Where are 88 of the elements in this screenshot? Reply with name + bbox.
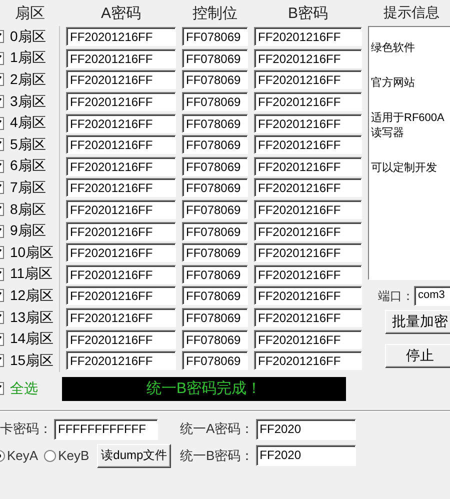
card-key-label: 卡密码： <box>0 420 52 438</box>
key-b-field[interactable]: FF20201216FF <box>254 351 362 370</box>
unify-b-field[interactable]: FF2020 <box>256 445 356 466</box>
key-a-field[interactable]: FF20201216FF <box>66 70 176 90</box>
access-bits-field[interactable]: FF078069 <box>182 70 248 90</box>
access-bits-field[interactable]: FF078069 <box>182 264 248 284</box>
info-text: 适用于RF600A 读写器 <box>371 111 446 141</box>
info-text: 官方网站 <box>371 76 416 91</box>
radio-label[interactable]: KeyA <box>7 448 38 463</box>
sector-label: 4扇区 <box>10 114 46 132</box>
key-a-field[interactable]: FF20201216FF <box>66 135 176 154</box>
key-b-field[interactable]: FF20201216FF <box>254 286 362 306</box>
unify-b-label: 统一B密码： <box>180 446 254 464</box>
key-a-field[interactable]: FF20201216FF <box>66 200 176 220</box>
info-text: 绿色软件 <box>371 41 416 56</box>
access-bits-field[interactable]: FF078069 <box>182 114 248 133</box>
access-bits-field[interactable]: FF078069 <box>182 200 248 220</box>
key-a-field[interactable]: FF20201216FF <box>66 48 176 68</box>
sector-label: 12扇区 <box>10 286 54 305</box>
key-b-field[interactable]: FF20201216FF <box>254 156 362 176</box>
access-bits-field[interactable]: FF078069 <box>182 135 248 154</box>
port-combobox[interactable]: com3 <box>414 286 450 306</box>
sector-label: 3扇区 <box>10 92 46 111</box>
column-header: 扇区 <box>15 4 45 22</box>
sector-label: 10扇区 <box>10 244 54 262</box>
key-b-field[interactable]: FF20201216FF <box>254 135 362 154</box>
info-title: 提示信息 <box>382 3 440 22</box>
key-a-field[interactable]: FF20201216FF <box>66 178 176 198</box>
key-a-field[interactable]: FF20201216FF <box>66 351 176 370</box>
radio-label[interactable]: KeyB <box>58 448 90 463</box>
access-bits-field[interactable]: FF078069 <box>182 308 248 328</box>
access-bits-field[interactable]: FF078069 <box>182 351 248 370</box>
sector-label: 1扇区 <box>10 49 46 68</box>
info-text: 可以定制开发 <box>371 161 438 176</box>
key-a-field[interactable]: FF20201216FF <box>66 264 176 284</box>
sector-label: 8扇区 <box>10 200 46 219</box>
key-b-field[interactable]: FF20201216FF <box>254 243 362 262</box>
column-header: B密码 <box>288 4 328 22</box>
key-a-field[interactable]: FF20201216FF <box>66 243 176 262</box>
access-bits-field[interactable]: FF078069 <box>182 92 248 112</box>
key-a-field[interactable]: FF20201216FF <box>66 156 176 176</box>
key-b-field[interactable]: FF20201216FF <box>254 27 362 46</box>
radio-button[interactable] <box>44 450 56 462</box>
status-bar: 统一B密码完成！ <box>62 376 346 400</box>
card-key-field[interactable]: FFFFFFFFFFFF <box>54 418 158 440</box>
access-bits-field[interactable]: FF078069 <box>182 330 248 349</box>
key-b-field[interactable]: FF20201216FF <box>254 330 362 349</box>
access-bits-field[interactable]: FF078069 <box>182 156 248 176</box>
unify-a-label: 统一A密码： <box>180 420 254 438</box>
key-a-field[interactable]: FF20201216FF <box>66 114 176 133</box>
sector-label: 2扇区 <box>10 70 46 89</box>
batch-encrypt-button[interactable]: 批量加密 <box>385 310 450 334</box>
sector-label: 13扇区 <box>10 308 54 327</box>
key-b-field[interactable]: FF20201216FF <box>254 200 362 220</box>
access-bits-field[interactable]: FF078069 <box>182 27 248 46</box>
sector-label: 0扇区 <box>10 28 46 46</box>
key-a-field[interactable]: FF20201216FF <box>66 92 176 112</box>
key-a-field[interactable]: FF20201216FF <box>66 308 176 328</box>
access-bits-field[interactable]: FF078069 <box>182 243 248 262</box>
key-b-field[interactable]: FF20201216FF <box>254 222 362 241</box>
column-header: 控制位 <box>192 4 238 22</box>
key-a-field[interactable]: FF20201216FF <box>66 222 176 241</box>
access-bits-field[interactable]: FF078069 <box>182 48 248 68</box>
sector-label: 5扇区 <box>10 136 46 154</box>
key-b-field[interactable]: FF20201216FF <box>254 178 362 198</box>
sector-label: 6扇区 <box>10 157 46 176</box>
port-label: 端口： <box>378 288 414 304</box>
unify-a-field[interactable]: FF2020 <box>256 418 356 440</box>
key-a-field[interactable]: FF20201216FF <box>66 286 176 306</box>
key-b-field[interactable]: FF20201216FF <box>254 114 362 133</box>
key-b-field[interactable]: FF20201216FF <box>254 48 362 68</box>
sector-label: 15扇区 <box>10 352 54 370</box>
sector-label: 7扇区 <box>10 178 46 197</box>
key-b-field[interactable]: FF20201216FF <box>254 70 362 90</box>
read-dump-button[interactable]: 读dump文件 <box>97 444 172 468</box>
key-b-field[interactable]: FF20201216FF <box>254 264 362 284</box>
key-b-field[interactable]: FF20201216FF <box>254 308 362 328</box>
stop-button[interactable]: 停止 <box>385 344 450 368</box>
sector-label: 9扇区 <box>10 222 46 240</box>
column-header: A密码 <box>100 4 141 22</box>
access-bits-field[interactable]: FF078069 <box>182 286 248 306</box>
sector-label: 14扇区 <box>10 330 54 348</box>
key-b-field[interactable]: FF20201216FF <box>254 92 362 112</box>
key-a-field[interactable]: FF20201216FF <box>66 330 176 349</box>
sector-label: 11扇区 <box>10 265 53 284</box>
access-bits-field[interactable]: FF078069 <box>182 222 248 241</box>
key-a-field[interactable]: FF20201216FF <box>66 27 176 46</box>
access-bits-field[interactable]: FF078069 <box>182 178 248 198</box>
